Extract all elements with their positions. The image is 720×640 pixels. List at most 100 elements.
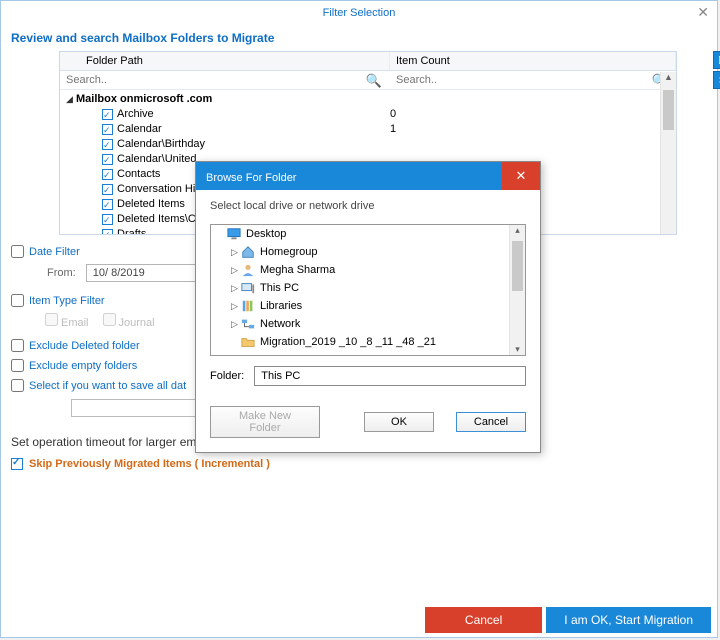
table-row[interactable]: ◢Mailbox onmicrosoft .com — [60, 92, 676, 107]
expand-icon[interactable]: ▷ — [229, 316, 240, 332]
row-checkbox[interactable] — [102, 154, 113, 165]
row-checkbox[interactable] — [102, 124, 113, 135]
tree-scrollbar[interactable]: ▴ ▾ — [509, 225, 525, 355]
row-checkbox[interactable] — [102, 184, 113, 195]
window-title: Filter Selection — [323, 7, 396, 19]
row-checkbox[interactable] — [102, 214, 113, 225]
filter-selection-window: Filter Selection ✕ Review and search Mai… — [0, 0, 718, 638]
date-filter-checkbox[interactable] — [11, 245, 24, 258]
side-buttons: ☑ ✖ — [713, 51, 720, 91]
grid-header: Folder Path Item Count — [60, 52, 676, 71]
journal-checkbox[interactable] — [103, 313, 116, 326]
item-type-checkbox[interactable] — [11, 294, 24, 307]
tree-item-label: Megha Sharma — [260, 262, 335, 278]
row-label: Calendar\United — [117, 152, 197, 167]
exclude-deleted-label: Exclude Deleted folder — [29, 340, 140, 352]
skip-label: Skip Previously Migrated Items ( Increme… — [29, 458, 270, 470]
row-count: 0 — [390, 107, 670, 122]
collapse-icon[interactable]: ◢ — [66, 92, 76, 107]
tree-item[interactable]: Migration_2019 _10 _8 _11 _48 _21 — [211, 333, 525, 351]
dialog-footer: Make New Folder OK Cancel — [196, 398, 540, 452]
user-icon — [240, 263, 256, 277]
row-checkbox[interactable] — [102, 109, 113, 120]
dialog-instruction: Select local drive or network drive — [210, 200, 526, 212]
row-checkbox[interactable] — [102, 199, 113, 210]
folder-label: Folder: — [210, 370, 244, 382]
from-label: From: — [47, 267, 76, 279]
table-row[interactable]: Calendar\Birthday — [60, 137, 676, 152]
search-count-input[interactable] — [396, 72, 656, 88]
date-filter-label: Date Filter — [29, 246, 80, 258]
ok-button[interactable]: OK — [364, 412, 434, 432]
row-label: Mailbox onmicrosoft .com — [76, 92, 212, 107]
deselect-all-button[interactable]: ✖ — [713, 71, 720, 89]
desktop-icon — [226, 227, 242, 241]
select-all-button[interactable]: ☑ — [713, 51, 720, 69]
tree-item[interactable]: ▷ This PC — [211, 279, 525, 297]
close-icon[interactable]: ✕ — [502, 162, 540, 190]
scroll-thumb[interactable] — [663, 90, 674, 130]
tree-item[interactable]: ▷ Homegroup — [211, 243, 525, 261]
row-label: Calendar — [117, 122, 162, 137]
expand-icon[interactable]: ▷ — [229, 298, 240, 314]
tree-item[interactable]: ▷ Network — [211, 315, 525, 333]
exclude-empty-label: Exclude empty folders — [29, 360, 137, 372]
tree-item-label: Migration_2019 _10 _8 _11 _48 _21 — [260, 334, 436, 350]
net-icon — [240, 317, 256, 331]
from-date-input[interactable]: 10/ 8/2019 — [86, 264, 202, 282]
row-label: Drafts — [117, 227, 146, 235]
scroll-up-icon[interactable]: ▴ — [510, 225, 525, 236]
make-new-folder-button[interactable]: Make New Folder — [210, 406, 320, 438]
exclude-deleted-checkbox[interactable] — [11, 339, 24, 352]
row-checkbox[interactable] — [102, 229, 113, 235]
scroll-thumb[interactable] — [512, 241, 523, 291]
dialog-cancel-button[interactable]: Cancel — [456, 412, 526, 432]
save-all-checkbox[interactable] — [11, 379, 24, 392]
dialog-body: Select local drive or network drive Desk… — [196, 190, 540, 398]
scroll-down-icon[interactable]: ▾ — [510, 344, 525, 355]
grid-scrollbar[interactable]: ▲ — [660, 72, 676, 234]
close-icon[interactable]: ✕ — [697, 4, 709, 21]
tree-item-label: This PC — [260, 280, 299, 296]
row-label: Conversation Hist — [117, 182, 204, 197]
scroll-up-icon[interactable]: ▲ — [661, 72, 676, 82]
skip-checkbox[interactable] — [11, 458, 23, 470]
tree-item-label: Desktop — [246, 226, 286, 242]
col-folder-path[interactable]: Folder Path — [80, 52, 390, 70]
expand-col — [60, 52, 80, 70]
opt-journal[interactable]: Journal — [103, 313, 155, 329]
tree-item[interactable]: Desktop — [211, 225, 525, 243]
dialog-titlebar[interactable]: Browse For Folder ✕ — [196, 162, 540, 190]
row-label: Archive — [117, 107, 154, 122]
expand-icon[interactable]: ▷ — [229, 280, 240, 296]
email-checkbox[interactable] — [45, 313, 58, 326]
cancel-button[interactable]: Cancel — [425, 607, 542, 633]
col-item-count[interactable]: Item Count — [390, 52, 676, 70]
tree-item[interactable]: ▷Libraries — [211, 297, 525, 315]
search-icon[interactable]: 🔍 — [366, 73, 382, 89]
folder-tree[interactable]: Desktop ▷ Homegroup ▷ Megha Sharma ▷ This PC▷L… — [210, 224, 526, 356]
tree-item[interactable]: ▷ Megha Sharma — [211, 261, 525, 279]
table-row[interactable]: Archive 0 — [60, 107, 676, 122]
tree-item-label: Homegroup — [260, 244, 317, 260]
row-checkbox[interactable] — [102, 169, 113, 180]
table-row[interactable]: Calendar 1 — [60, 122, 676, 137]
row-label: Contacts — [117, 167, 160, 182]
dialog-title: Browse For Folder — [206, 172, 296, 184]
pc-icon — [240, 281, 256, 295]
search-path-input[interactable] — [66, 72, 326, 88]
opt-email[interactable]: Email — [45, 313, 89, 329]
row-checkbox[interactable] — [102, 139, 113, 150]
start-migration-button[interactable]: I am OK, Start Migration — [546, 607, 711, 633]
row-count: 1 — [390, 122, 670, 137]
row-label: Deleted Items — [117, 197, 185, 212]
folder-input[interactable] — [254, 366, 526, 386]
home-icon — [240, 245, 256, 259]
tree-item-label: Network — [260, 316, 300, 332]
search-path-cell: 🔍 — [60, 71, 390, 89]
footer-buttons: Cancel I am OK, Start Migration — [425, 607, 711, 633]
exclude-empty-checkbox[interactable] — [11, 359, 24, 372]
expand-icon[interactable]: ▷ — [229, 262, 240, 278]
expand-icon[interactable]: ▷ — [229, 244, 240, 260]
skip-row: Skip Previously Migrated Items ( Increme… — [11, 458, 707, 470]
